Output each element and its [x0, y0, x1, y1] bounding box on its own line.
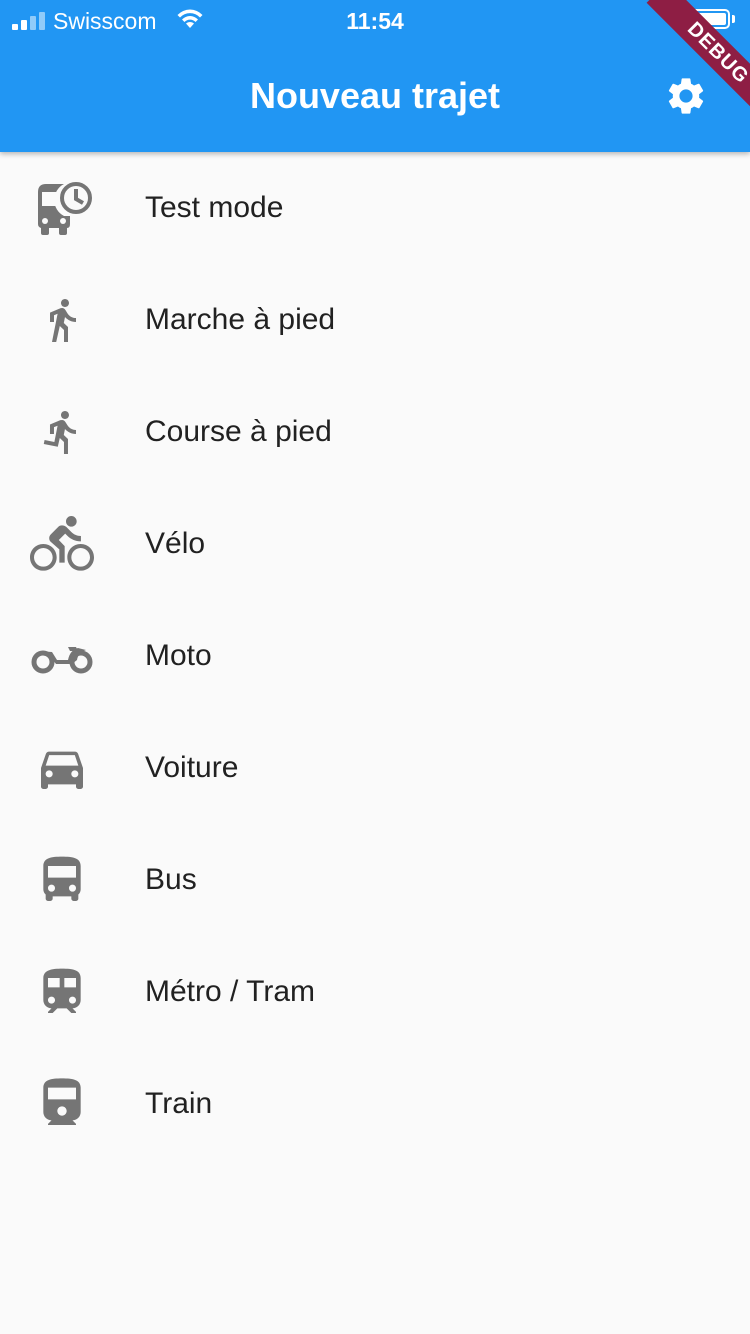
- bus-icon: [30, 848, 94, 912]
- walk-icon: [30, 288, 94, 352]
- list-item-label: Voiture: [145, 751, 239, 784]
- run-icon: [30, 400, 94, 464]
- settings-icon: [668, 78, 704, 114]
- list-item-label: Bus: [145, 863, 197, 896]
- battery-icon: [686, 9, 730, 29]
- transport-mode-list: Test mode Marche à pied Course à pied Vé…: [0, 152, 750, 1160]
- page-title: Nouveau trajet: [249, 75, 501, 116]
- list-item-walk[interactable]: Marche à pied: [0, 264, 750, 376]
- list-item-label: Course à pied: [145, 415, 332, 448]
- settings-button[interactable]: [656, 66, 716, 126]
- bike-icon: [30, 512, 94, 576]
- bus-clock-icon: [30, 176, 94, 240]
- car-icon: [30, 736, 94, 800]
- list-item-run[interactable]: Course à pied: [0, 376, 750, 488]
- list-item-subway[interactable]: Métro / Tram: [0, 936, 750, 1048]
- list-item-label: Marche à pied: [145, 303, 336, 336]
- battery-tip: [732, 15, 735, 23]
- list-item-label: Vélo: [145, 527, 206, 560]
- status-time: 11:54: [346, 8, 404, 34]
- list-item-bike[interactable]: Vélo: [0, 488, 750, 600]
- list-item-bus[interactable]: Bus: [0, 824, 750, 936]
- list-item-label: Test mode: [145, 191, 284, 224]
- app-bar: Swisscom 11:54 Nouveau trajet: [0, 0, 750, 152]
- list-item-motorcycle[interactable]: Moto: [0, 600, 750, 712]
- subway-icon: [30, 960, 94, 1024]
- list-item-test-mode[interactable]: Test mode: [0, 152, 750, 264]
- train-icon: [30, 1072, 94, 1136]
- list-item-train[interactable]: Train: [0, 1048, 750, 1160]
- status-bar: Swisscom 11:54: [0, 0, 750, 40]
- list-item-label: Train: [145, 1087, 213, 1120]
- list-item-car[interactable]: Voiture: [0, 712, 750, 824]
- motorcycle-icon: [30, 624, 94, 688]
- list-item-label: Métro / Tram: [145, 975, 316, 1008]
- list-item-label: Moto: [145, 639, 212, 672]
